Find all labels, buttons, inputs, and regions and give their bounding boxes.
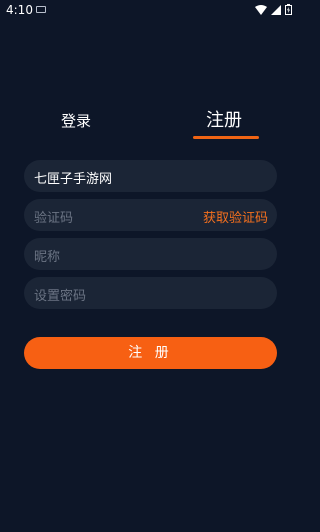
battery-icon [285,4,292,15]
active-tab-indicator [193,136,259,139]
register-button[interactable]: 注 册 [24,337,277,369]
status-icons [255,4,292,15]
status-time: 4:10 [6,3,33,17]
password-placeholder: 设置密码 [34,289,87,304]
get-code-button[interactable]: 获取验证码 [203,207,268,226]
tab-login[interactable]: 登录 [44,110,108,131]
auth-tabs: 登录 注册 [0,104,300,140]
code-placeholder: 验证码 [34,211,74,226]
nickname-placeholder: 昵称 [34,250,61,265]
password-field[interactable]: 设置密码 [24,277,277,309]
wifi-icon [255,4,267,15]
tab-register[interactable]: 注册 [189,106,259,132]
code-field[interactable]: 验证码 获取验证码 [24,199,277,231]
signal-icon [271,4,281,15]
nickname-field[interactable]: 昵称 [24,238,277,270]
username-value: 七匣子手游网 [34,172,113,187]
username-field[interactable]: 七匣子手游网 [24,160,277,192]
status-bar: 4:10 [0,0,300,20]
notification-icon [36,6,46,13]
